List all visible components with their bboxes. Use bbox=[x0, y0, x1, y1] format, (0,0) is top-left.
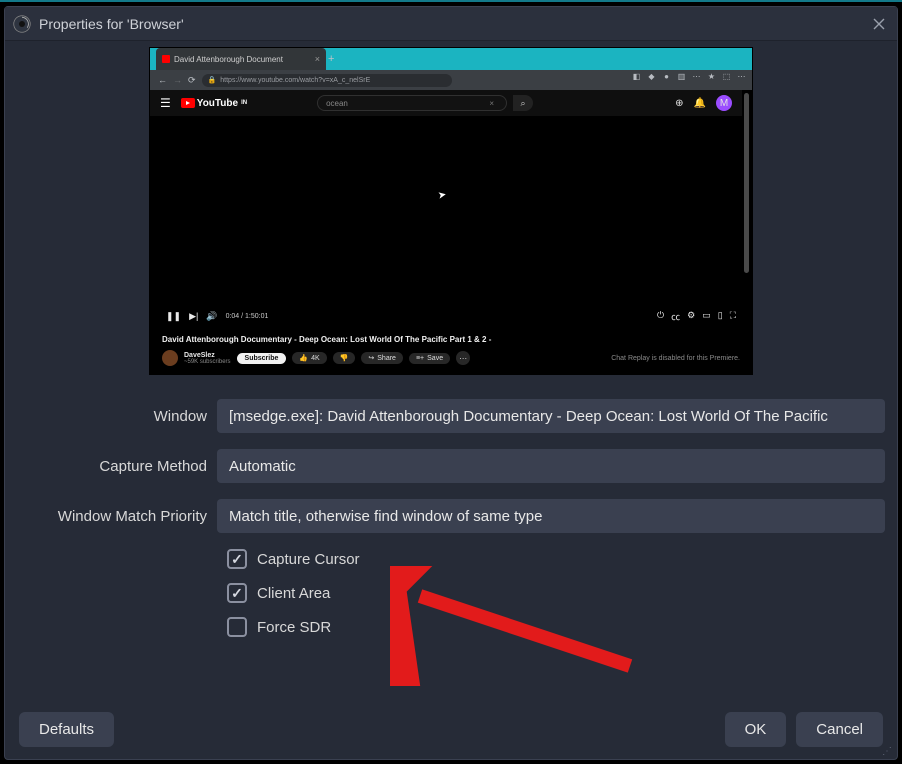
channel-subs: ~59K subscribers bbox=[184, 359, 231, 365]
match-priority-select[interactable]: Match title, otherwise find window of sa… bbox=[217, 499, 885, 533]
dialog-footer: Defaults OK Cancel bbox=[5, 699, 897, 759]
theater-icon: ▯ bbox=[718, 310, 723, 323]
nav-back-icon: ← bbox=[158, 75, 167, 85]
ok-button[interactable]: OK bbox=[725, 712, 787, 747]
capture-cursor-checkbox[interactable]: Capture Cursor bbox=[227, 549, 885, 569]
new-tab-icon: + bbox=[328, 53, 334, 65]
client-area-label: Client Area bbox=[257, 585, 330, 602]
ext-icon: ★ bbox=[707, 72, 716, 81]
fullscreen-icon: ⛶ bbox=[730, 310, 736, 323]
browser-tab: David Attenborough Document × bbox=[156, 48, 326, 70]
subscribe-button: Subscribe bbox=[237, 353, 287, 364]
more-actions-icon: ⋯ bbox=[456, 351, 470, 365]
lock-icon: 🔒 bbox=[208, 76, 217, 84]
source-preview: David Attenborough Document × + ← → ⟳ 🔒 … bbox=[149, 47, 753, 375]
window-label: Window bbox=[17, 408, 217, 425]
force-sdr-label: Force SDR bbox=[257, 619, 331, 636]
chat-disabled-note: Chat Replay is disabled for this Premier… bbox=[611, 355, 740, 362]
hamburger-icon: ☰ bbox=[160, 96, 171, 110]
video-player bbox=[162, 116, 740, 304]
obs-logo-icon bbox=[13, 15, 31, 33]
nav-refresh-icon: ⟳ bbox=[188, 75, 196, 86]
capture-cursor-label: Capture Cursor bbox=[257, 551, 360, 568]
checkbox-icon bbox=[227, 549, 247, 569]
client-area-checkbox[interactable]: Client Area bbox=[227, 583, 885, 603]
save-button-yt: ≡+Save bbox=[409, 353, 450, 364]
ext-icon: ◧ bbox=[632, 72, 641, 81]
share-button: ↪Share bbox=[361, 352, 403, 364]
player-controls: ❚❚ ▶| 🔊 0:04 / 1:50:01 ⏻ ㏄ ⚙ ▭ ▯ ⛶ bbox=[162, 306, 740, 326]
checkbox-icon bbox=[227, 617, 247, 637]
youtube-favicon-icon bbox=[162, 55, 170, 63]
create-icon: ⊕ bbox=[675, 98, 683, 109]
mouse-cursor-icon: ➤ bbox=[437, 189, 447, 201]
channel-avatar bbox=[162, 350, 178, 366]
clear-search-icon: × bbox=[489, 99, 494, 108]
checkbox-icon bbox=[227, 583, 247, 603]
like-button: 👍4K bbox=[292, 352, 326, 364]
autoplay-toggle-icon: ⏻ bbox=[657, 310, 664, 323]
ext-icon: ⋯ bbox=[692, 72, 701, 81]
miniplayer-icon: ▭ bbox=[702, 310, 711, 323]
ext-icon: ▥ bbox=[677, 72, 686, 81]
video-title: David Attenborough Documentary - Deep Oc… bbox=[162, 335, 740, 344]
ext-icon: ⋯ bbox=[737, 72, 746, 81]
next-icon: ▶| bbox=[189, 311, 198, 322]
defaults-button[interactable]: Defaults bbox=[19, 712, 114, 747]
youtube-logo: YouTube IN bbox=[181, 98, 247, 109]
cancel-button[interactable]: Cancel bbox=[796, 712, 883, 747]
properties-form: Window [msedge.exe]: David Attenborough … bbox=[17, 399, 885, 637]
match-priority-label: Window Match Priority bbox=[17, 508, 217, 525]
capture-method-select[interactable]: Automatic bbox=[217, 449, 885, 483]
properties-dialog: Properties for 'Browser' David Attenboro… bbox=[4, 6, 898, 760]
notifications-icon: 🔔 bbox=[694, 98, 706, 109]
scrollbar bbox=[744, 93, 749, 273]
channel-name: DaveSlez bbox=[184, 352, 231, 359]
cc-icon: ㏄ bbox=[671, 310, 680, 323]
ext-icon: ◆ bbox=[647, 72, 656, 81]
force-sdr-checkbox[interactable]: Force SDR bbox=[227, 617, 885, 637]
youtube-header: ☰ YouTube IN ocean × ⌕ ⊕ 🔔 M bbox=[150, 90, 742, 116]
browser-tab-label: David Attenborough Document bbox=[174, 55, 283, 64]
ext-icon: ⬚ bbox=[722, 72, 731, 81]
video-meta-row: DaveSlez ~59K subscribers Subscribe 👍4K … bbox=[162, 350, 740, 366]
window-accent-bar bbox=[0, 0, 902, 2]
capture-method-label: Capture Method bbox=[17, 458, 217, 475]
dislike-button: 👎 bbox=[333, 352, 356, 364]
pause-icon: ❚❚ bbox=[166, 311, 181, 322]
video-time: 0:04 / 1:50:01 bbox=[226, 313, 269, 320]
ext-icon: ● bbox=[662, 72, 671, 81]
close-icon[interactable] bbox=[871, 16, 887, 32]
window-select[interactable]: [msedge.exe]: David Attenborough Documen… bbox=[217, 399, 885, 433]
user-avatar: M bbox=[716, 95, 732, 111]
nav-forward-icon: → bbox=[173, 75, 182, 85]
youtube-search: ocean × bbox=[317, 95, 507, 111]
volume-icon: 🔊 bbox=[206, 311, 217, 322]
dialog-title: Properties for 'Browser' bbox=[39, 16, 184, 32]
search-icon: ⌕ bbox=[513, 95, 533, 111]
titlebar: Properties for 'Browser' bbox=[5, 7, 897, 41]
tab-close-icon: × bbox=[315, 54, 320, 64]
settings-gear-icon: ⚙ bbox=[687, 310, 695, 323]
url-text: https://www.youtube.com/watch?v=xA_c_nel… bbox=[220, 77, 370, 84]
